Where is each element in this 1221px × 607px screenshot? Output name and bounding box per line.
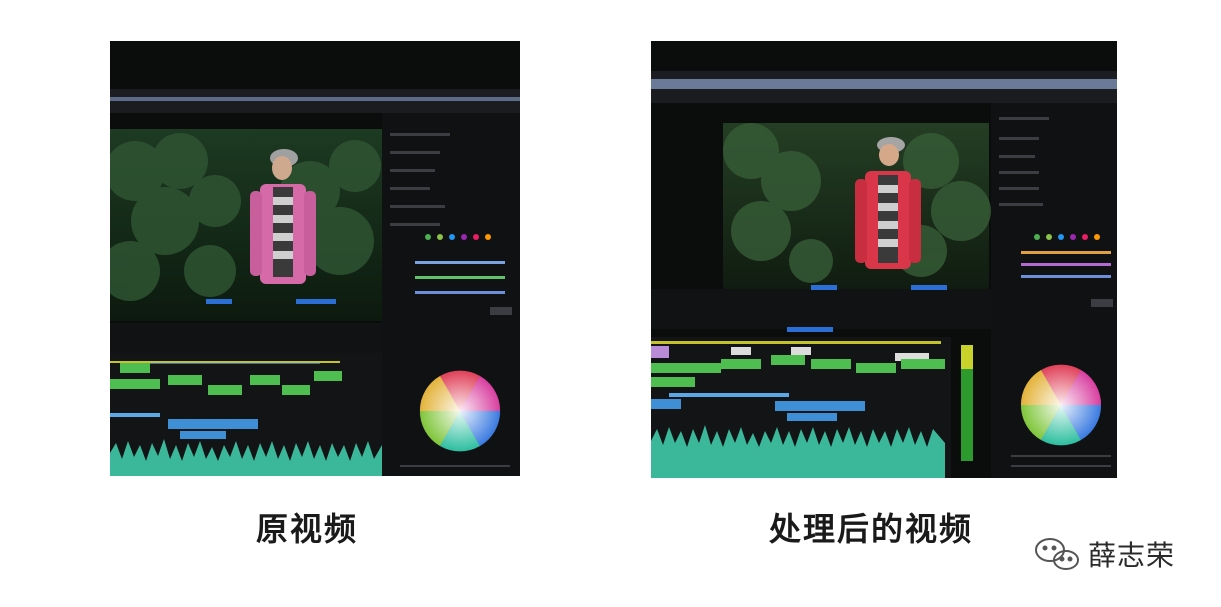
processed-video-caption: 处理后的视频 xyxy=(769,510,974,548)
wechat-icon xyxy=(1035,538,1079,570)
original-video-photo xyxy=(110,41,520,476)
original-screen-image xyxy=(110,41,520,476)
processed-screen-image xyxy=(651,41,1117,478)
original-video-caption: 原视频 xyxy=(256,510,359,548)
watermark-name: 薛志荣 xyxy=(1088,539,1176,572)
processed-video-photo xyxy=(651,41,1117,478)
